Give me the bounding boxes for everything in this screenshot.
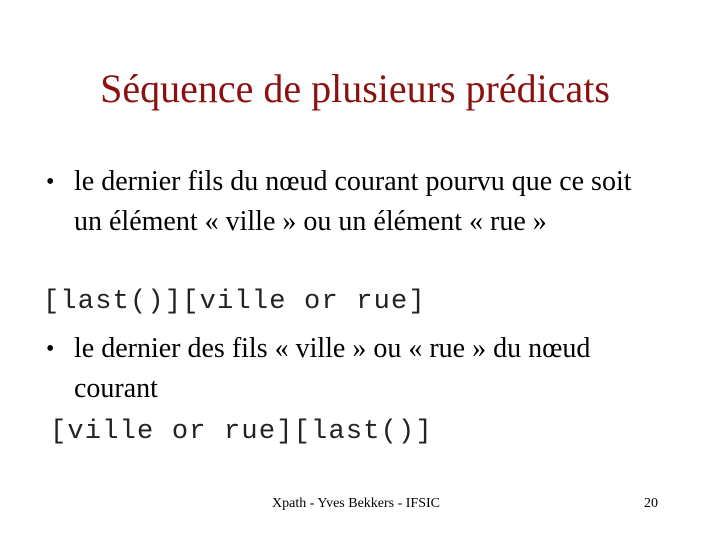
slide-title: Séquence de plusieurs prédicats (100, 66, 610, 111)
slide: Séquence de plusieurs prédicats • le der… (0, 0, 720, 540)
bullet-item: • le dernier fils du nœud courant pourvu… (46, 162, 666, 242)
code-expression: [ville or rue][last()] (50, 417, 433, 447)
code-expression: [last()][ville or rue] (43, 287, 426, 317)
bullet-item: • le dernier des fils « ville » ou « rue… (46, 329, 666, 409)
footer-text: Xpath - Yves Bekkers - IFSIC (272, 496, 440, 511)
bullet-dot-icon: • (46, 169, 55, 195)
page-number: 20 (644, 496, 658, 511)
bullet-text: le dernier des fils « ville » ou « rue »… (74, 333, 591, 404)
bullet-text: le dernier fils du nœud courant pourvu q… (74, 166, 632, 237)
bullet-dot-icon: • (46, 336, 55, 362)
